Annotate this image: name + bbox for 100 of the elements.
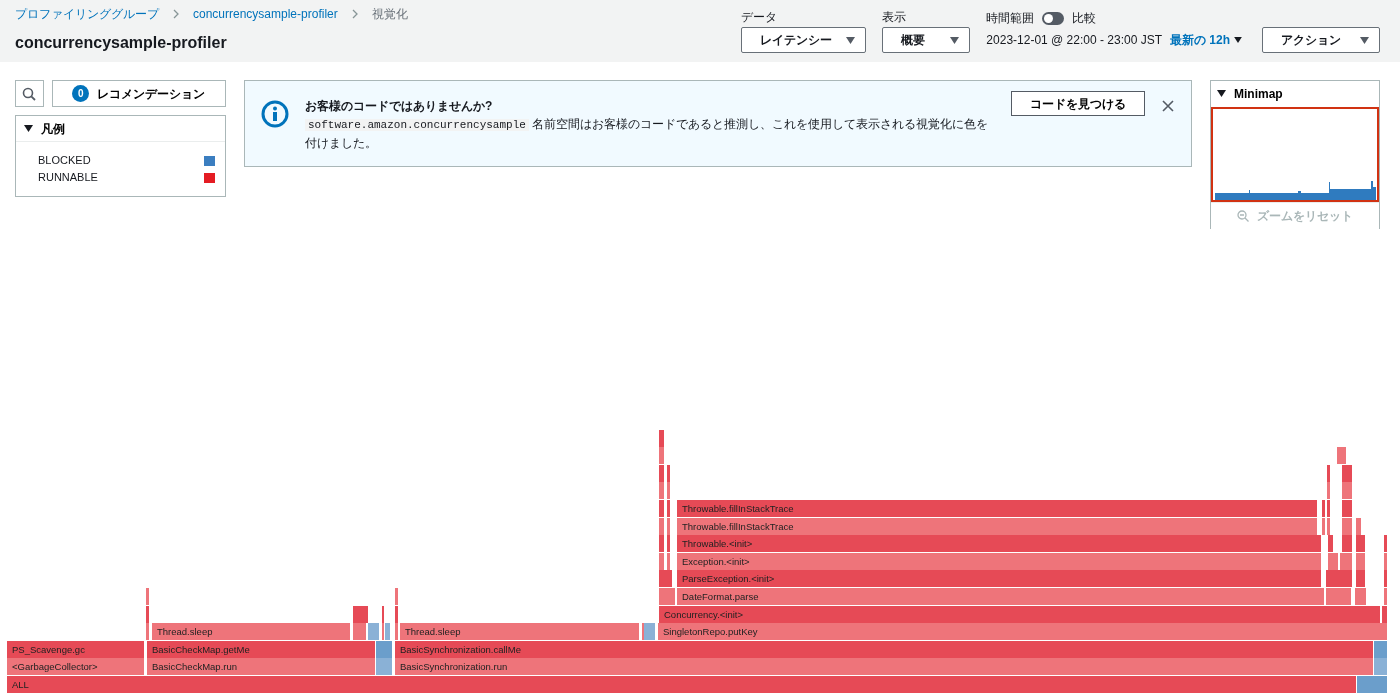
stack-frame[interactable]: PS_Scavenge.gc <box>7 640 145 658</box>
alert-title: お客様のコードではありませんか? <box>305 98 494 115</box>
stack-frame[interactable] <box>659 552 665 570</box>
stack-frame[interactable] <box>376 640 393 658</box>
caret-icon <box>846 36 856 44</box>
caret-icon <box>24 124 33 133</box>
stack-frame[interactable]: ALL <box>7 676 1357 693</box>
info-icon <box>261 100 289 128</box>
stack-frame[interactable]: Thread.sleep <box>152 623 351 641</box>
actions-dropdown[interactable]: アクション <box>1262 27 1380 53</box>
stack-frame[interactable] <box>1356 552 1366 570</box>
stack-frame[interactable] <box>1327 517 1330 535</box>
stack-frame[interactable]: BasicCheckMap.getMe <box>147 640 376 658</box>
stack-frame[interactable] <box>667 552 671 570</box>
stack-frame[interactable] <box>1356 570 1366 588</box>
stack-frame[interactable] <box>1342 535 1353 553</box>
stack-frame[interactable] <box>667 464 671 482</box>
control-label: データ <box>741 9 779 26</box>
stack-frame[interactable] <box>1340 552 1353 570</box>
stack-frame[interactable] <box>1384 588 1388 605</box>
stack-frame[interactable]: Throwable.<init> <box>677 535 1322 553</box>
search-icon <box>22 86 37 101</box>
stack-frame[interactable] <box>659 500 665 517</box>
stack-frame[interactable] <box>644 623 656 641</box>
stack-frame[interactable] <box>1384 535 1388 553</box>
stack-frame[interactable] <box>353 605 369 623</box>
stack-frame[interactable] <box>667 535 671 553</box>
stack-frame[interactable] <box>1355 588 1367 605</box>
stack-frame[interactable] <box>1342 500 1353 517</box>
stack-frame[interactable]: <GarbageCollector> <box>7 658 145 676</box>
stack-frame[interactable]: BasicCheckMap.run <box>147 658 376 676</box>
stack-frame[interactable] <box>1356 535 1366 553</box>
stack-frame[interactable] <box>1384 552 1388 570</box>
view-dropdown[interactable]: 概要 <box>882 27 971 53</box>
stack-frame[interactable]: Thread.sleep <box>400 623 640 641</box>
stack-frame[interactable] <box>1326 570 1353 588</box>
breadcrumb-link[interactable]: プロファイリンググループ <box>15 5 159 23</box>
stack-frame[interactable] <box>659 464 665 482</box>
stack-frame[interactable]: ParseException.<init> <box>677 570 1322 588</box>
stack-frame[interactable] <box>368 623 380 641</box>
stack-frame[interactable] <box>1342 482 1353 500</box>
stack-frame[interactable] <box>146 623 149 641</box>
stack-frame[interactable]: BasicSynchronization.run <box>395 658 1374 676</box>
stack-frame[interactable] <box>1337 447 1347 465</box>
minimap-viewport[interactable] <box>1211 107 1379 202</box>
stack-frame[interactable]: BasicSynchronization.callMe <box>395 640 1374 658</box>
stack-frame[interactable]: Throwable.fillInStackTrace <box>677 500 1318 517</box>
data-dropdown[interactable]: レイテンシー <box>741 27 867 53</box>
stack-frame[interactable] <box>1327 464 1330 482</box>
stack-frame[interactable] <box>667 482 671 500</box>
stack-frame[interactable] <box>1327 482 1330 500</box>
find-code-button[interactable]: コードを見つける <box>1011 91 1145 116</box>
compare-toggle[interactable] <box>1042 11 1065 25</box>
stack-frame[interactable] <box>376 658 393 676</box>
stack-frame[interactable] <box>1374 658 1388 676</box>
stack-frame[interactable] <box>659 482 665 500</box>
zoom-out-icon <box>1237 210 1249 222</box>
stack-frame[interactable] <box>1326 588 1352 605</box>
stack-frame[interactable] <box>659 588 676 605</box>
stack-frame[interactable] <box>1357 676 1388 693</box>
caret-icon <box>1360 36 1369 44</box>
breadcrumb-link[interactable]: concurrencysample-profiler <box>193 5 338 23</box>
count-badge: 0 <box>72 85 90 102</box>
stack-frame[interactable] <box>395 605 398 623</box>
legend-label: BLOCKED <box>38 153 91 169</box>
stack-frame[interactable] <box>1356 517 1362 535</box>
caret-icon <box>950 36 960 44</box>
toggle-label: 比較 <box>1072 10 1097 26</box>
stack-frame[interactable] <box>1382 605 1388 623</box>
stack-frame[interactable] <box>1374 640 1388 658</box>
stack-frame[interactable]: Exception.<init> <box>677 552 1322 570</box>
stack-frame[interactable] <box>659 535 665 553</box>
time-preset-link[interactable]: 最新の 12h <box>1170 31 1242 49</box>
caret-icon <box>1234 37 1242 43</box>
stack-frame[interactable]: DateFormat.parse <box>677 588 1325 605</box>
chevron-icon <box>171 9 181 19</box>
stack-frame[interactable] <box>353 623 367 641</box>
stack-frame[interactable] <box>667 500 671 517</box>
stack-frame[interactable] <box>659 447 665 465</box>
breadcrumb-current: 視覚化 <box>371 6 408 23</box>
stack-frame[interactable] <box>1328 552 1339 570</box>
stack-frame[interactable] <box>659 517 665 535</box>
stack-frame[interactable] <box>667 517 671 535</box>
stack-frame[interactable] <box>1328 535 1334 553</box>
stack-frame[interactable] <box>1342 464 1353 482</box>
recommendations-button[interactable]: 0 レコメンデーション <box>51 80 226 107</box>
stack-frame[interactable] <box>385 623 391 641</box>
stack-frame[interactable] <box>1322 517 1325 535</box>
search-button[interactable] <box>15 80 44 107</box>
stack-frame[interactable]: SingletonRepo.putKey <box>658 623 1388 641</box>
control-label: 表示 <box>882 9 908 26</box>
stack-frame[interactable] <box>395 623 398 641</box>
stack-frame[interactable]: Concurrency.<init> <box>659 605 1381 623</box>
stack-frame[interactable] <box>659 429 665 447</box>
legend-label: RUNNABLE <box>38 170 98 186</box>
stack-frame[interactable] <box>659 570 673 588</box>
stack-frame[interactable] <box>1384 570 1388 588</box>
stack-frame[interactable]: Throwable.fillInStackTrace <box>677 517 1318 535</box>
stack-frame[interactable] <box>1342 517 1353 535</box>
stack-frame[interactable] <box>146 605 149 623</box>
